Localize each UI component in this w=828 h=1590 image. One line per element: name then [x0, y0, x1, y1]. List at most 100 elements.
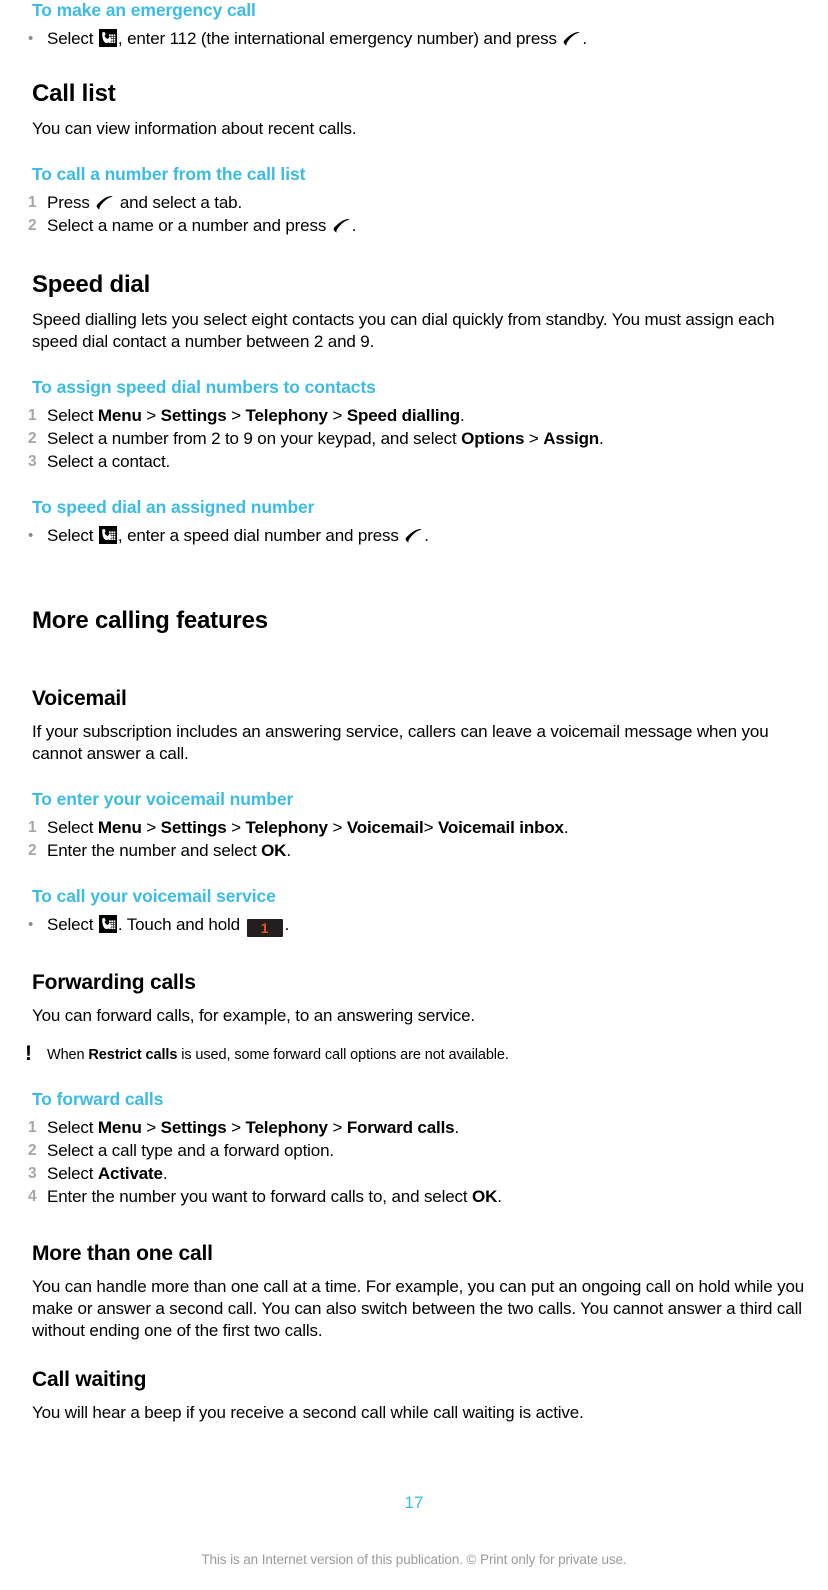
step-number: 2	[28, 217, 37, 234]
menu-path-forward-calls: Forward calls	[346, 1118, 455, 1137]
step-text-a: Select	[47, 29, 98, 48]
paragraph-speed-dial: Speed dialling lets you select eight con…	[32, 310, 775, 351]
heading-speed-dial: Speed dial	[32, 271, 151, 298]
step-text-end: .	[459, 406, 465, 425]
step-text-a: Select	[47, 915, 98, 934]
path-separator: >	[327, 1118, 347, 1137]
step-text: Select a call type and a forward option.	[47, 1141, 334, 1160]
proc-heading-speed-dial-assigned: To speed dial an assigned number	[32, 497, 315, 517]
keypad-icon	[99, 29, 117, 47]
path-separator: >	[327, 406, 347, 425]
menu-path-telephony: Telephony	[245, 406, 328, 425]
note-restrict-calls: ! When Restrict calls is used, some forw…	[14, 1043, 814, 1065]
key-badge-1: 1	[246, 919, 283, 937]
menu-path-assign: Assign	[543, 429, 600, 448]
note-text-end: is used, some forward call options are n…	[177, 1047, 509, 1063]
menu-path-voicemail-inbox: Voicemail inbox	[437, 818, 564, 837]
proc-heading-forward-calls: To forward calls	[32, 1089, 164, 1109]
step-number: 3	[28, 453, 37, 470]
step-text-b: , enter 112 (the international emergency…	[117, 29, 562, 48]
keypad-icon	[99, 526, 117, 544]
path-separator: >	[226, 1118, 246, 1137]
path-separator: >	[141, 818, 161, 837]
heading-call-list: Call list	[32, 80, 116, 107]
menu-path-settings: Settings	[160, 818, 227, 837]
list-speed-dial-assigned: • Select , enter a speed dial number and…	[14, 524, 814, 547]
path-separator: >	[141, 406, 161, 425]
step-text-c: .	[582, 29, 587, 48]
menu-path-ok: OK	[261, 841, 287, 860]
note-text: When	[47, 1047, 89, 1063]
list-call-from-call-list: 1 Press and select a tab. 2 Select a nam…	[14, 191, 814, 237]
step-text: Select	[47, 406, 98, 425]
menu-path-menu: Menu	[97, 1118, 142, 1137]
proc-heading-enter-voicemail-number: To enter your voicemail number	[32, 789, 294, 809]
step-text-b: and select a tab.	[115, 193, 243, 212]
step-text-end: .	[497, 1187, 502, 1206]
heading-voicemail: Voicemail	[32, 687, 127, 710]
proc-heading-call-from-call-list: To call a number from the call list	[32, 164, 306, 184]
list-item: 1 Select Menu > Settings > Telephony > F…	[14, 1116, 814, 1139]
list-item: 2 Enter the number and select OK.	[14, 839, 814, 862]
step-text-c: .	[424, 526, 429, 545]
call-icon	[332, 216, 351, 232]
step-text-a: Press	[47, 193, 95, 212]
step-text-a: Select a name or a number and press	[47, 216, 331, 235]
step-number: 2	[28, 430, 37, 447]
menu-path-options: Options	[461, 429, 525, 448]
step-text-end: .	[162, 1164, 168, 1183]
step-text-end: .	[286, 841, 291, 860]
menu-path-menu: Menu	[97, 818, 142, 837]
document-page: To make an emergency call • Select , ent…	[0, 0, 828, 1590]
list-call-voicemail-service: • Select . Touch and hold 1.	[14, 913, 814, 937]
list-forward-calls: 1 Select Menu > Settings > Telephony > F…	[14, 1116, 814, 1208]
step-number: 2	[28, 842, 37, 859]
proc-heading-call-voicemail-service: To call your voicemail service	[32, 886, 276, 906]
footer-copyright-note: This is an Internet version of this publ…	[201, 1552, 627, 1567]
step-text-end: .	[454, 1118, 460, 1137]
step-number: 1	[28, 1119, 37, 1136]
call-icon	[95, 193, 114, 209]
step-text-c: .	[284, 915, 290, 934]
call-icon	[562, 29, 581, 45]
bullet-marker: •	[28, 916, 34, 933]
step-text: Select	[47, 1118, 98, 1137]
note-term-restrict-calls: Restrict calls	[88, 1047, 178, 1063]
path-separator: >	[141, 1118, 161, 1137]
step-text: Enter the number you want to forward cal…	[47, 1187, 473, 1206]
list-item: 4 Enter the number you want to forward c…	[14, 1185, 814, 1208]
paragraph-voicemail: If your subscription includes an answeri…	[32, 722, 769, 763]
list-item: • Select , enter a speed dial number and…	[14, 524, 814, 547]
list-item: • Select , enter 112 (the international …	[14, 27, 814, 50]
step-text-a: Select	[47, 526, 98, 545]
list-item: 1 Select Menu > Settings > Telephony > V…	[14, 816, 814, 839]
step-number: 2	[28, 1142, 37, 1159]
step-text-b: , enter a speed dial number and press	[117, 526, 404, 545]
step-text: Select	[47, 1164, 98, 1183]
heading-more-calling-features: More calling features	[32, 607, 268, 634]
menu-path-speed-dialling: Speed dialling	[346, 406, 460, 425]
heading-forwarding-calls: Forwarding calls	[32, 971, 196, 994]
menu-path-activate: Activate	[97, 1164, 163, 1183]
proc-heading-assign-speed-dial: To assign speed dial numbers to contacts	[32, 377, 376, 397]
list-item: 3 Select Activate.	[14, 1162, 814, 1185]
list-item: 2 Select a number from 2 to 9 on your ke…	[14, 427, 814, 450]
step-text: Enter the number and select	[47, 841, 262, 860]
list-enter-voicemail-number: 1 Select Menu > Settings > Telephony > V…	[14, 816, 814, 862]
menu-path-settings: Settings	[160, 1118, 227, 1137]
path-separator: >	[226, 406, 246, 425]
step-number: 1	[28, 407, 37, 424]
menu-path-menu: Menu	[97, 406, 142, 425]
proc-heading-emergency-call: To make an emergency call	[32, 0, 256, 20]
list-item: 2 Select a call type and a forward optio…	[14, 1139, 814, 1162]
paragraph-call-waiting: You will hear a beep if you receive a se…	[32, 1403, 584, 1422]
step-number: 4	[28, 1188, 37, 1205]
bullet-marker: •	[28, 527, 34, 544]
menu-path-settings: Settings	[160, 406, 227, 425]
step-text-b: .	[351, 216, 357, 235]
menu-path-voicemail: Voicemail	[346, 818, 424, 837]
step-number: 3	[28, 1165, 37, 1182]
heading-call-waiting: Call waiting	[32, 1368, 147, 1391]
list-item: 3 Select a contact.	[14, 450, 814, 473]
list-item: • Select . Touch and hold 1.	[14, 913, 814, 937]
